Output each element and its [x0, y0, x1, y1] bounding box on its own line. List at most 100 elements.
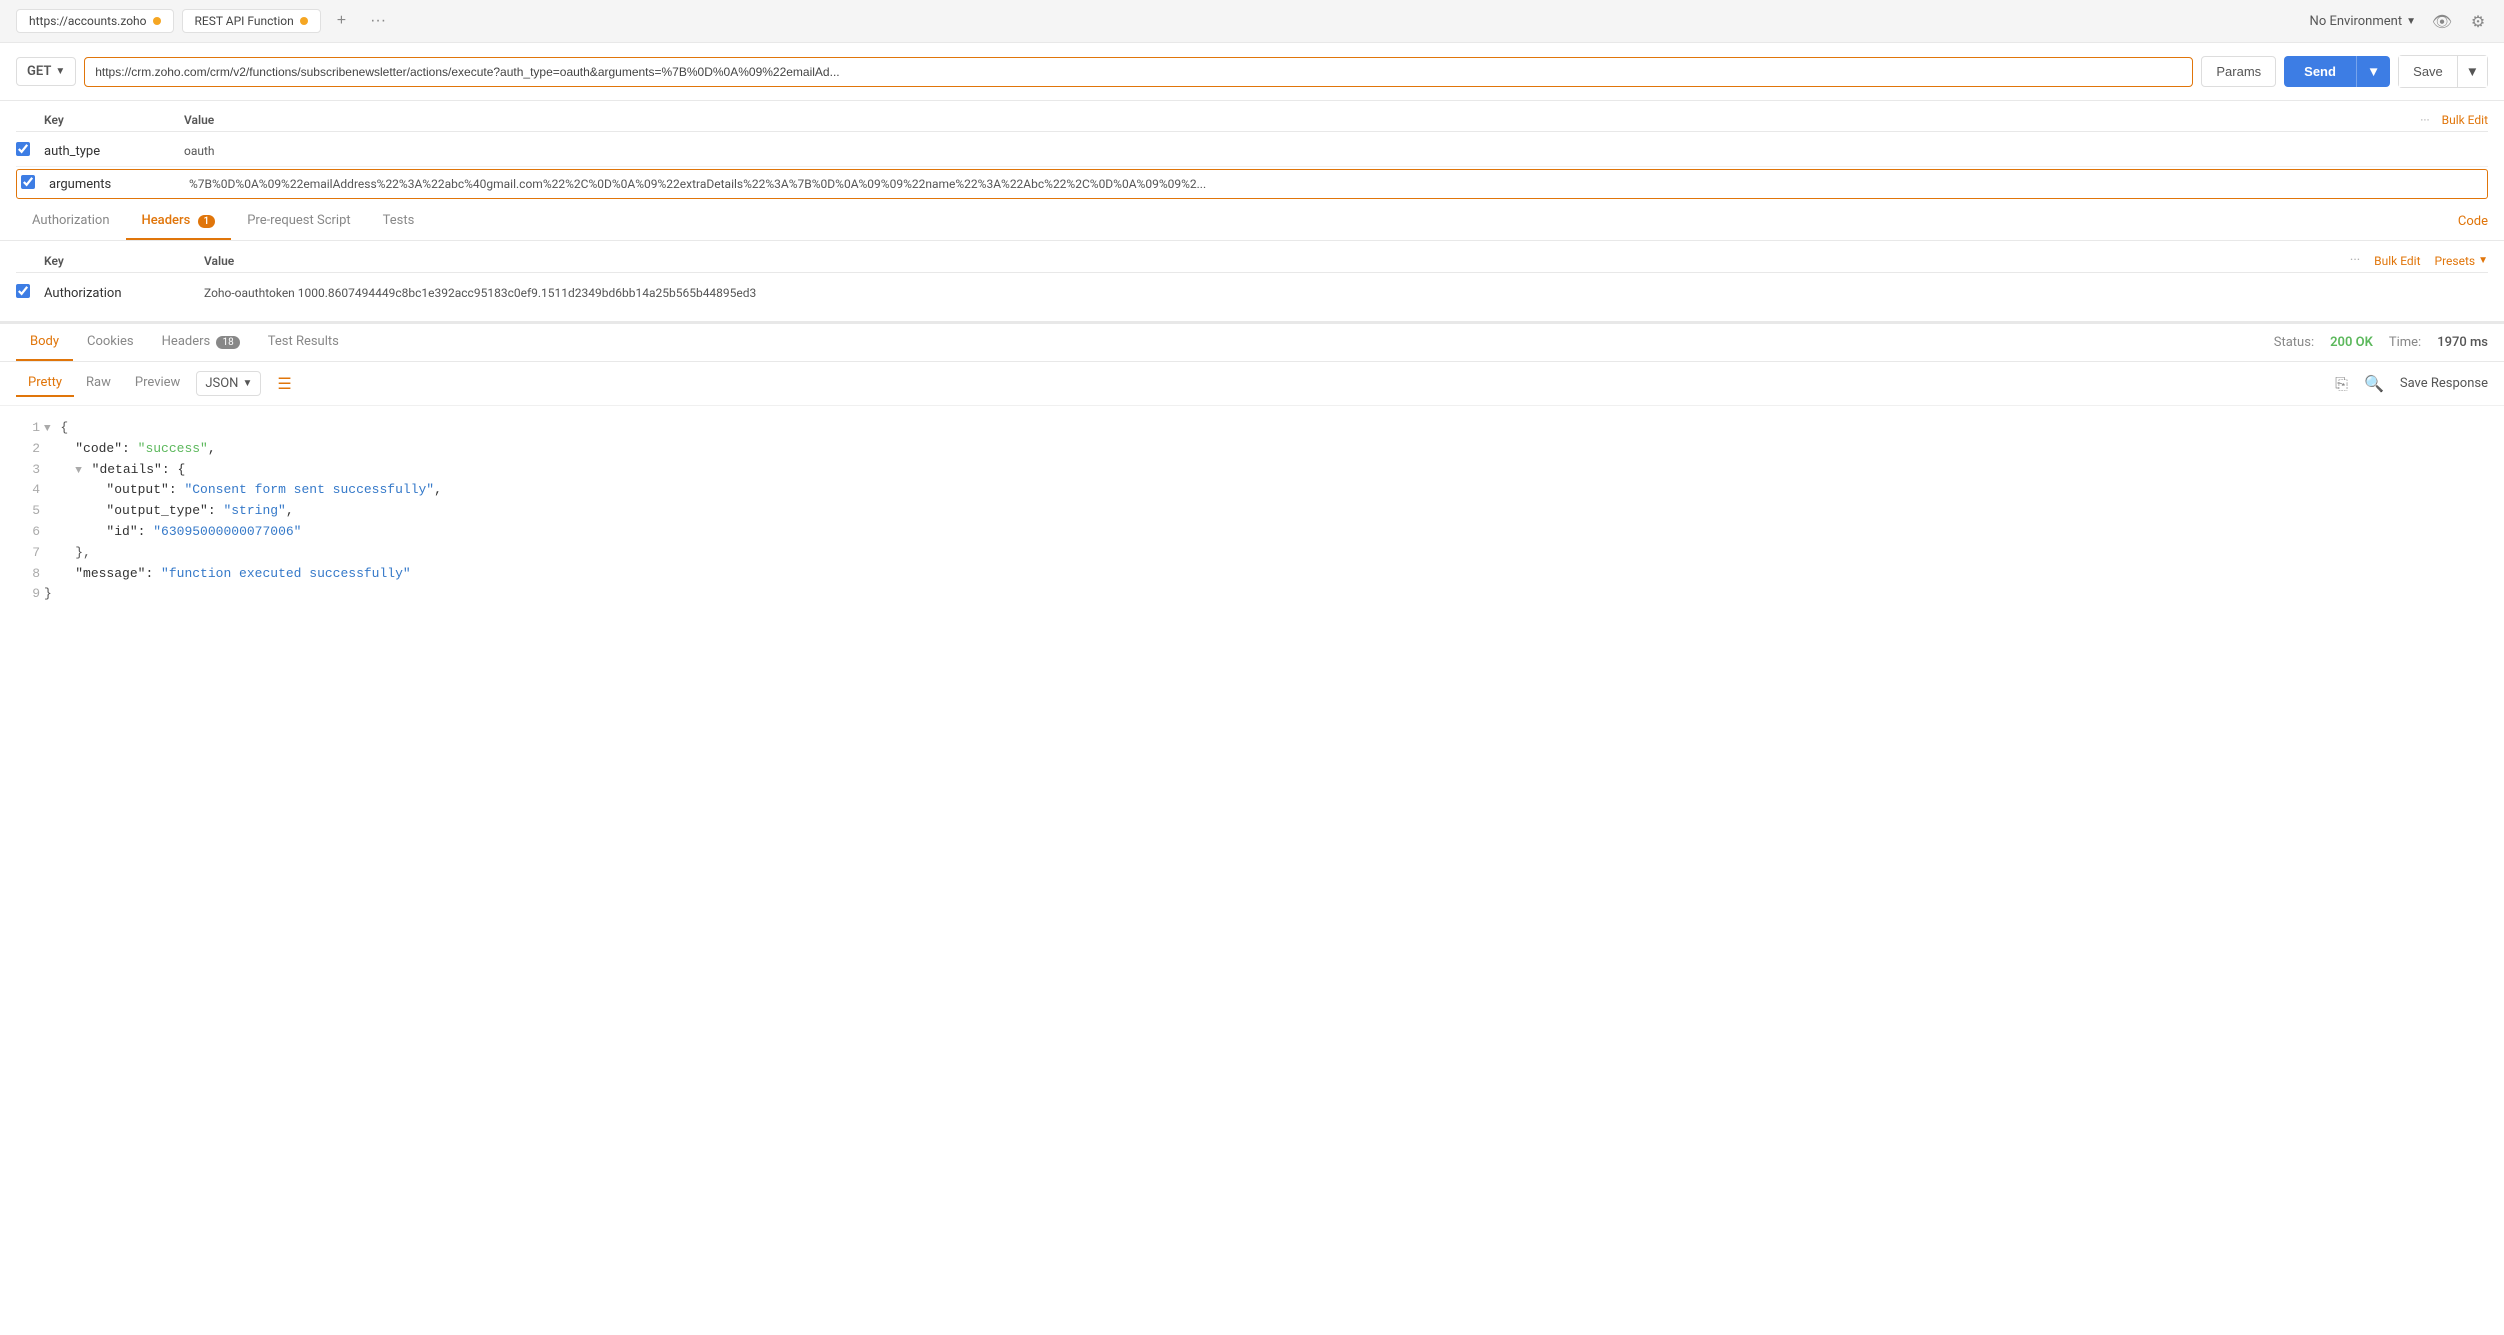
- headers-presets[interactable]: Presets ▼: [2435, 254, 2488, 268]
- tab-authorization[interactable]: Authorization: [16, 203, 126, 240]
- resp-tab-headers[interactable]: Headers 18: [148, 324, 254, 361]
- headers-col-value: Value: [204, 254, 2350, 268]
- json-line-9: 9 }: [16, 584, 2488, 605]
- status-label: Status:: [2274, 335, 2314, 350]
- params-button[interactable]: Params: [2201, 56, 2276, 87]
- params-header-actions: ··· Bulk Edit: [2420, 113, 2488, 127]
- tab-label: https://accounts.zoho: [29, 14, 147, 28]
- response-status: Status: 200 OK Time: 1970 ms: [2274, 335, 2488, 350]
- tab-tests[interactable]: Tests: [367, 203, 431, 240]
- json-line-3: 3 ▼ "details": {: [16, 460, 2488, 481]
- resp-tab-body[interactable]: Body: [16, 324, 73, 361]
- param-checkbox-1[interactable]: [16, 142, 30, 156]
- tab-prerequest[interactable]: Pre-request Script: [231, 203, 366, 240]
- json-open-brace: {: [60, 420, 68, 435]
- json-body: 1 ▼ { 2 "code": "success", 3 ▼ "details"…: [0, 406, 2504, 617]
- line-number: 1: [16, 418, 40, 439]
- tab-accounts-zoho[interactable]: https://accounts.zoho: [16, 9, 174, 33]
- fmt-raw[interactable]: Raw: [74, 370, 123, 397]
- headers-badge: 1: [198, 215, 216, 228]
- params-bulk-edit[interactable]: Bulk Edit: [2442, 113, 2488, 127]
- code-link[interactable]: Code: [2458, 214, 2488, 229]
- json-line-7: 7 },: [16, 543, 2488, 564]
- wrap-icon[interactable]: ☰: [277, 374, 291, 393]
- headers-header: Key Value ··· Bulk Edit Presets ▼: [16, 249, 2488, 273]
- json-line-4: 4 "output": "Consent form sent successfu…: [16, 480, 2488, 501]
- tab-add-button[interactable]: +: [329, 8, 354, 34]
- json-line-6: 6 "id": "63095000000077006": [16, 522, 2488, 543]
- headers-tab-label: Headers: [142, 213, 191, 228]
- format-chevron-icon: ▼: [242, 378, 252, 389]
- param-row-highlighted: arguments %7B%0D%0A%09%22emailAddress%22…: [16, 169, 2488, 199]
- format-selector[interactable]: JSON ▼: [196, 371, 261, 396]
- fmt-preview[interactable]: Preview: [123, 370, 192, 397]
- auth-check[interactable]: [16, 284, 44, 302]
- tab-rest-label: REST API Function: [195, 14, 294, 28]
- send-button-group: Send ▼: [2284, 56, 2390, 87]
- params-col-key: Key: [44, 113, 184, 127]
- auth-header-key: Authorization: [44, 286, 204, 301]
- body-format-tabs: Pretty Raw Preview JSON ▼ ☰ ⎘ 🔍 Save Res…: [0, 362, 2504, 406]
- details-collapse-toggle[interactable]: ▼: [75, 465, 82, 477]
- auth-checkbox[interactable]: [16, 284, 30, 298]
- save-dropdown-button[interactable]: ▼: [2458, 55, 2488, 88]
- headers-col-key: Key: [44, 254, 204, 268]
- save-response-button[interactable]: Save Response: [2400, 376, 2488, 391]
- env-label: No Environment: [2310, 14, 2403, 29]
- status-value: 200 OK: [2330, 335, 2373, 350]
- param-check-2[interactable]: [21, 175, 49, 193]
- top-right-controls: No Environment ▼ 👁 ⚙: [2310, 11, 2488, 31]
- response-actions: ⎘ 🔍 Save Response: [2335, 374, 2488, 394]
- resp-headers-badge: 18: [216, 336, 239, 349]
- header-row: Authorization Zoho-oauthtoken 1000.86074…: [16, 277, 2488, 309]
- resp-headers-label: Headers: [162, 334, 211, 349]
- url-input[interactable]: [84, 57, 2193, 87]
- tab-headers[interactable]: Headers 1: [126, 203, 232, 240]
- params-table: Key Value ··· Bulk Edit auth_type oauth …: [0, 101, 2504, 199]
- request-bar: GET ▼ Params Send ▼ Save ▼: [0, 43, 2504, 101]
- param-value-1: oauth: [184, 144, 2488, 158]
- param-value-2: %7B%0D%0A%09%22emailAddress%22%3A%22abc%…: [189, 177, 2483, 191]
- send-dropdown-button[interactable]: ▼: [2356, 56, 2390, 87]
- format-label: JSON: [205, 376, 238, 391]
- fmt-pretty[interactable]: Pretty: [16, 370, 74, 397]
- param-checkbox-2[interactable]: [21, 175, 35, 189]
- tab-rest-api[interactable]: REST API Function: [182, 9, 321, 33]
- time-label: Time:: [2389, 335, 2421, 350]
- json-line-1: 1 ▼ {: [16, 418, 2488, 439]
- request-tabs: Authorization Headers 1 Pre-request Scri…: [0, 203, 2504, 241]
- auth-header-value: Zoho-oauthtoken 1000.8607494449c8bc1e392…: [204, 286, 2488, 300]
- resp-tab-test-results[interactable]: Test Results: [254, 324, 353, 361]
- json-line-8: 8 "message": "function executed successf…: [16, 564, 2488, 585]
- params-more-icon[interactable]: ···: [2420, 113, 2429, 127]
- copy-icon[interactable]: ⎘: [2335, 374, 2348, 394]
- search-icon[interactable]: 🔍: [2364, 374, 2384, 393]
- gear-icon[interactable]: ⚙: [2468, 11, 2488, 31]
- response-tabs-bar: Body Cookies Headers 18 Test Results Sta…: [0, 324, 2504, 362]
- headers-more-icon[interactable]: ···: [2350, 253, 2360, 268]
- env-selector[interactable]: No Environment ▼: [2310, 14, 2416, 29]
- param-check-1[interactable]: [16, 142, 44, 160]
- tab-dot-orange2: [300, 17, 308, 25]
- chevron-down-icon: ▼: [2406, 16, 2416, 27]
- time-value: 1970 ms: [2437, 335, 2488, 350]
- headers-header-actions: ··· Bulk Edit Presets ▼: [2350, 253, 2488, 268]
- resp-tab-cookies[interactable]: Cookies: [73, 324, 148, 361]
- param-key-1: auth_type: [44, 144, 184, 159]
- json-line-2: 2 "code": "success",: [16, 439, 2488, 460]
- eye-icon[interactable]: 👁: [2432, 11, 2452, 31]
- collapse-toggle[interactable]: ▼: [44, 423, 51, 435]
- send-button[interactable]: Send: [2284, 56, 2356, 87]
- param-key-2: arguments: [49, 177, 189, 192]
- presets-label: Presets: [2435, 254, 2476, 268]
- response-section: Body Cookies Headers 18 Test Results Sta…: [0, 321, 2504, 617]
- presets-chevron-icon: ▼: [2478, 255, 2488, 266]
- param-row: auth_type oauth: [16, 136, 2488, 167]
- method-selector[interactable]: GET ▼: [16, 57, 76, 86]
- tab-more-button[interactable]: ···: [362, 8, 394, 34]
- params-col-value: Value: [184, 113, 2420, 127]
- json-line-5: 5 "output_type": "string",: [16, 501, 2488, 522]
- params-header: Key Value ··· Bulk Edit: [16, 109, 2488, 132]
- headers-bulk-edit[interactable]: Bulk Edit: [2374, 254, 2420, 268]
- save-button[interactable]: Save: [2398, 55, 2458, 88]
